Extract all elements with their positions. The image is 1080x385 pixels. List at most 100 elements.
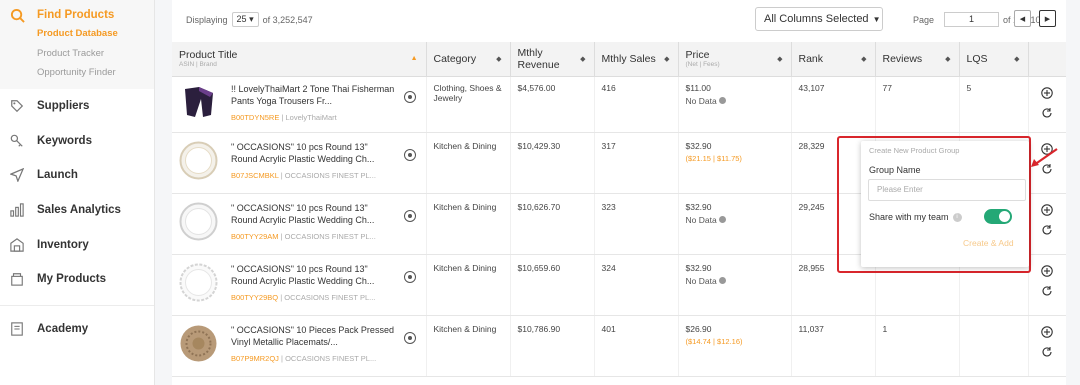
create-add-button[interactable]: Create & Add bbox=[963, 238, 1014, 248]
refresh-icon[interactable] bbox=[1041, 346, 1053, 358]
cell-product: " OCCASIONS" 10 pcs Round 13" Round Acry… bbox=[172, 254, 427, 316]
chevron-down-icon: ▾ bbox=[249, 14, 254, 24]
header-category[interactable]: Category ◆ bbox=[426, 42, 511, 77]
nav-my-products[interactable]: My Products bbox=[0, 262, 154, 297]
product-image bbox=[179, 263, 218, 302]
header-product-title[interactable]: Product Title ASIN | Brand ▲ bbox=[172, 42, 427, 77]
nav-inventory[interactable]: Inventory bbox=[0, 227, 154, 262]
info-icon: i bbox=[952, 212, 962, 222]
price-value: $32.90 bbox=[685, 140, 712, 151]
per-page-value: 25 bbox=[236, 14, 247, 24]
header-price-label: Price bbox=[685, 49, 710, 62]
cell-product: !! LovelyThaiMart 2 Tone Thai Fisherman … bbox=[172, 76, 427, 133]
header-price[interactable]: Price (Net | Fees) ◆ bbox=[678, 42, 792, 77]
nav-sales-analytics[interactable]: Sales Analytics bbox=[0, 193, 154, 228]
header-lqs[interactable]: LQS ◆ bbox=[959, 42, 1029, 77]
eye-icon[interactable] bbox=[404, 270, 416, 283]
nav-product-tracker[interactable]: Product Tracker bbox=[0, 44, 154, 64]
cell-price: $32.90 ($21.15 | $11.75) bbox=[678, 132, 792, 194]
price-fees: ($21.15 | $11.75) bbox=[685, 153, 742, 163]
header-sales[interactable]: Mthly Sales ◆ bbox=[594, 42, 679, 77]
product-title[interactable]: " OCCASIONS" 10 Pieces Pack Pressed Viny… bbox=[231, 324, 396, 349]
header-revenue-label-1: Mthly bbox=[517, 46, 543, 59]
warehouse-icon bbox=[9, 237, 25, 253]
nav-suppliers[interactable]: Suppliers bbox=[0, 89, 154, 124]
price-value: $32.90 bbox=[685, 201, 712, 212]
chevron-left-icon: ◀ bbox=[1019, 15, 1026, 23]
header-revenue[interactable]: Mthly Revenue ◆ bbox=[510, 42, 595, 77]
product-asin[interactable]: B07JSCMBKL bbox=[231, 171, 279, 180]
bar-chart-icon bbox=[9, 202, 25, 218]
refresh-icon[interactable] bbox=[1041, 285, 1053, 297]
price-fees: No Data bbox=[685, 275, 717, 286]
pointer-arrow-icon bbox=[1031, 148, 1058, 167]
nav-academy[interactable]: Academy bbox=[0, 312, 154, 347]
group-name-input[interactable]: Please Enter bbox=[868, 179, 1026, 201]
nav-suppliers-label: Suppliers bbox=[37, 99, 90, 112]
header-reviews[interactable]: Reviews ◆ bbox=[875, 42, 960, 77]
price-fees: No Data bbox=[685, 214, 717, 225]
tag-icon bbox=[9, 98, 25, 114]
displaying-info: Displaying 25 ▾ of 3,252,547 bbox=[186, 12, 313, 27]
refresh-icon[interactable] bbox=[1041, 224, 1053, 236]
cell-lqs: 5 bbox=[959, 76, 1029, 133]
add-circle-icon[interactable] bbox=[1041, 264, 1053, 277]
share-toggle[interactable] bbox=[984, 209, 1012, 224]
cell-sales: 401 bbox=[594, 315, 679, 377]
columns-select-value: All Columns Selected bbox=[764, 13, 869, 25]
share-row: Share with my team i bbox=[869, 212, 962, 222]
nav-find-products-label: Find Products bbox=[37, 9, 115, 21]
product-asin[interactable]: B00TDYN5RE bbox=[231, 113, 279, 122]
cell-sales: 323 bbox=[594, 193, 679, 255]
product-brand: OCCASIONS FINEST PL... bbox=[285, 353, 377, 363]
cell-actions bbox=[1028, 254, 1066, 316]
product-title[interactable]: " OCCASIONS" 10 pcs Round 13" Round Acry… bbox=[231, 263, 396, 288]
nav-opportunity-finder[interactable]: Opportunity Finder bbox=[0, 63, 154, 83]
nav-launch[interactable]: Launch bbox=[0, 158, 154, 193]
eye-icon[interactable] bbox=[404, 90, 416, 103]
eye-icon[interactable] bbox=[404, 209, 416, 222]
product-title[interactable]: !! LovelyThaiMart 2 Tone Thai Fisherman … bbox=[231, 83, 396, 108]
product-asin[interactable]: B00TYY29BQ bbox=[231, 293, 278, 302]
sidebar: Find Products Product Database Product T… bbox=[0, 0, 155, 385]
popup-title: Create New Product Group bbox=[869, 146, 960, 155]
find-products-section: Find Products Product Database Product T… bbox=[0, 0, 154, 89]
eye-icon[interactable] bbox=[404, 148, 416, 161]
sort-icon: ◆ bbox=[861, 56, 867, 63]
page-label: Page bbox=[913, 14, 935, 25]
header-title-sub: ASIN | Brand bbox=[179, 61, 217, 69]
product-title[interactable]: " OCCASIONS" 10 pcs Round 13" Round Acry… bbox=[231, 141, 396, 166]
header-rank[interactable]: Rank ◆ bbox=[791, 42, 876, 77]
cell-rank: 11,037 bbox=[791, 315, 876, 377]
chevron-down-icon: ▼ bbox=[872, 14, 881, 24]
cell-category: Kitchen & Dining bbox=[426, 254, 511, 316]
add-circle-icon[interactable] bbox=[1041, 203, 1053, 216]
sort-icon: ◆ bbox=[664, 56, 670, 63]
header-title-label: Product Title bbox=[179, 49, 238, 62]
nav-sales-analytics-label: Sales Analytics bbox=[37, 203, 121, 216]
product-title[interactable]: " OCCASIONS" 10 pcs Round 13" Round Acry… bbox=[231, 202, 396, 227]
columns-select[interactable]: All Columns Selected ▼ bbox=[755, 7, 883, 31]
add-circle-icon[interactable] bbox=[1041, 325, 1053, 338]
table-row: !! LovelyThaiMart 2 Tone Thai Fisherman … bbox=[172, 76, 1066, 133]
header-category-label: Category bbox=[433, 52, 477, 65]
nav-product-database[interactable]: Product Database bbox=[0, 24, 154, 44]
eye-icon[interactable] bbox=[404, 331, 416, 344]
product-asin[interactable]: B00TYY29AM bbox=[231, 232, 279, 241]
cell-rank: 43,107 bbox=[791, 76, 876, 133]
page-input[interactable]: 1 bbox=[944, 12, 1000, 27]
product-brand: OCCASIONS FINEST PL... bbox=[284, 231, 376, 241]
cell-sales: 317 bbox=[594, 132, 679, 194]
product-asin[interactable]: B07P9MR2QJ bbox=[231, 354, 279, 363]
product-image bbox=[179, 202, 218, 241]
nav-find-products[interactable]: Find Products bbox=[0, 6, 154, 24]
per-page-select[interactable]: 25 ▾ bbox=[231, 12, 259, 27]
product-brand: OCCASIONS FINEST PL... bbox=[284, 170, 376, 180]
prev-page-button[interactable]: ◀ bbox=[1014, 10, 1031, 27]
nav-keywords[interactable]: Keywords bbox=[0, 123, 154, 158]
refresh-icon[interactable] bbox=[1041, 107, 1053, 119]
cell-product: " OCCASIONS" 10 Pieces Pack Pressed Viny… bbox=[172, 315, 427, 377]
nav-keywords-label: Keywords bbox=[37, 134, 92, 147]
add-circle-icon[interactable] bbox=[1041, 86, 1053, 99]
next-page-button[interactable]: ▶ bbox=[1039, 10, 1056, 27]
